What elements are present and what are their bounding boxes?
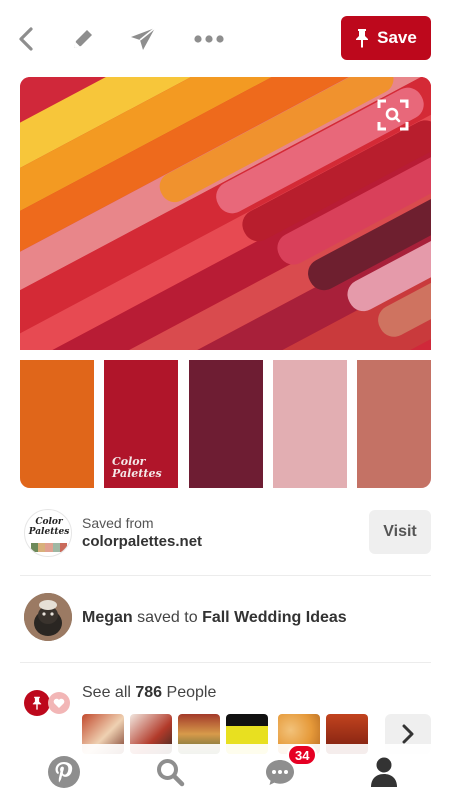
pushpin-icon bbox=[356, 29, 369, 48]
saver-board-link[interactable]: Fall Wedding Ideas bbox=[202, 609, 347, 626]
source-logo-text: Color Palettes bbox=[28, 517, 70, 537]
save-button-label: Save bbox=[377, 28, 417, 47]
profile-icon bbox=[371, 757, 397, 787]
visit-button[interactable]: Visit bbox=[369, 510, 431, 554]
visual-search-lens-button[interactable] bbox=[375, 97, 411, 133]
chevron-right-icon bbox=[402, 724, 414, 744]
swatch-orange bbox=[20, 360, 94, 488]
color-palettes-watermark: Color Palettes bbox=[112, 455, 162, 480]
swatch-rose bbox=[357, 360, 431, 488]
saver-name[interactable]: Megan bbox=[82, 609, 133, 626]
saver-text: Megan saved to Fall Wedding Ideas bbox=[82, 609, 347, 627]
people-row[interactable]: See all 786 People bbox=[20, 680, 431, 754]
saver-action: saved to bbox=[137, 609, 198, 626]
nav-home[interactable] bbox=[44, 752, 84, 792]
more-dots-icon[interactable] bbox=[192, 24, 226, 54]
pinterest-home-icon bbox=[48, 756, 80, 788]
divider bbox=[20, 662, 431, 663]
top-toolbar: Save bbox=[0, 0, 449, 76]
edit-pencil-icon[interactable] bbox=[68, 24, 98, 54]
save-button[interactable]: Save bbox=[341, 16, 431, 60]
messages-badge: 34 bbox=[287, 744, 318, 766]
source-row: Color Palettes Saved from colorpalettes.… bbox=[20, 505, 431, 561]
source-logo-bars bbox=[31, 543, 68, 552]
divider bbox=[20, 575, 431, 576]
search-icon bbox=[157, 759, 185, 787]
saved-from-label: Saved from bbox=[82, 515, 154, 531]
color-palette-swatches: Color Palettes bbox=[20, 350, 431, 488]
saver-row[interactable]: Megan saved to Fall Wedding Ideas bbox=[20, 593, 431, 645]
nav-search[interactable] bbox=[150, 752, 190, 792]
people-icons bbox=[24, 688, 74, 718]
nav-profile[interactable] bbox=[364, 752, 404, 792]
saver-avatar[interactable] bbox=[24, 593, 72, 641]
swatch-red: Color Palettes bbox=[104, 360, 178, 488]
lens-search-icon bbox=[377, 99, 409, 131]
source-logo-avatar[interactable]: Color Palettes bbox=[24, 509, 72, 557]
source-site-link[interactable]: colorpalettes.net bbox=[82, 533, 202, 550]
swatch-pink bbox=[273, 360, 347, 488]
send-icon[interactable] bbox=[128, 24, 158, 54]
see-all-people-link[interactable]: See all 786 People bbox=[82, 684, 216, 702]
pastel-chalks-photo bbox=[20, 77, 431, 350]
pin-badge-icon bbox=[24, 690, 50, 716]
bottom-nav: 34 bbox=[0, 744, 449, 800]
swatch-burgundy bbox=[189, 360, 263, 488]
pin-image[interactable]: Color Palettes bbox=[20, 77, 431, 488]
heart-badge-icon bbox=[48, 692, 70, 714]
back-arrow-icon[interactable] bbox=[12, 24, 42, 54]
